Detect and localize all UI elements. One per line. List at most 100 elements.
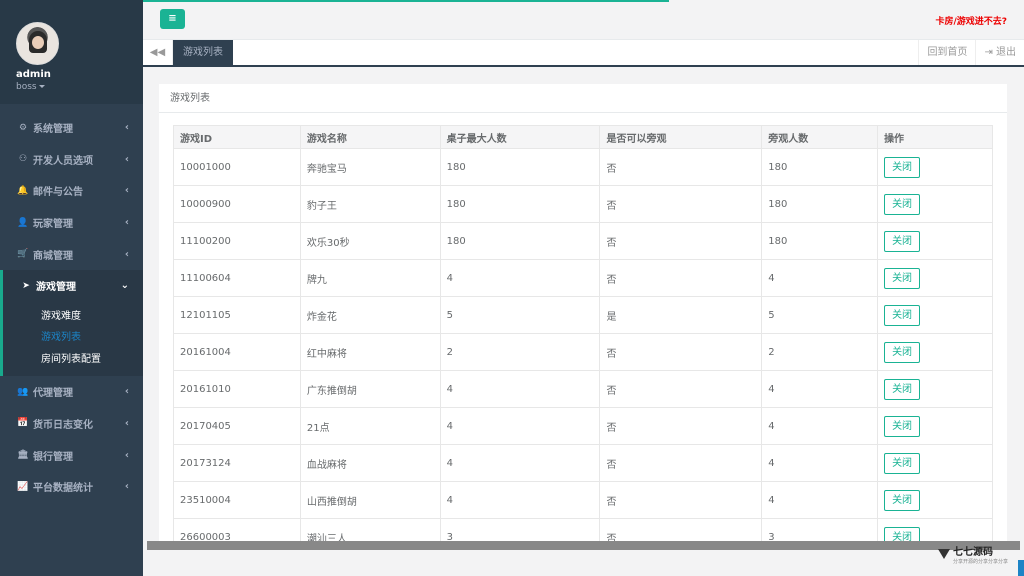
sidebar-item-games[interactable]: ➤ 游戏管理 ⌄ xyxy=(0,269,143,302)
table-cell: 4 xyxy=(439,259,601,297)
submenu-item-difficulty[interactable]: 游戏难度 xyxy=(3,304,143,326)
close-game-button[interactable]: 关闭 xyxy=(884,452,921,474)
horizontal-scrollbar[interactable] xyxy=(147,541,1020,550)
rocket-icon: ➤ xyxy=(22,280,30,291)
table-cell: 180 xyxy=(439,222,601,260)
close-game-button[interactable]: 关闭 xyxy=(884,304,921,326)
tab-scroll-left-button[interactable]: ◀◀ xyxy=(143,40,173,65)
table-row: 20173124 血战麻将 4 否 4 关闭 xyxy=(173,444,993,482)
close-game-button[interactable]: 关闭 xyxy=(884,230,921,252)
table-body: 10001000 奔驰宝马 180 否 180 关闭 10000900 豹子王 180 否 180 关… xyxy=(173,148,993,547)
table-cell-action: 关闭 xyxy=(877,333,993,371)
table-cell: 2 xyxy=(439,333,601,371)
chevron-left-icon: ‹ xyxy=(124,449,129,461)
table-cell: 10000900 xyxy=(173,185,301,223)
close-game-button[interactable]: 关闭 xyxy=(884,193,921,215)
tab-actions: 回到首页 ⇥ 退出 xyxy=(918,40,1024,65)
table-row: 11100200 欢乐30秒 180 否 180 关闭 xyxy=(173,222,993,260)
chevron-left-icon: ‹ xyxy=(124,217,129,229)
table-cell: 牌九 xyxy=(299,259,441,297)
logout-label: 退出 xyxy=(996,47,1016,58)
close-game-button[interactable]: 关闭 xyxy=(884,341,921,363)
top-navbar: ≡ 卡房/游戏进不去? xyxy=(143,0,1024,40)
table-cell: 否 xyxy=(599,222,763,260)
table-cell: 4 xyxy=(439,407,601,445)
stuck-room-link[interactable]: 卡房/游戏进不去? xyxy=(935,14,1007,27)
chevron-left-icon: ‹ xyxy=(124,122,129,134)
table-cell: 21点 xyxy=(299,407,441,445)
logo-icon xyxy=(937,549,950,559)
table-cell: 180 xyxy=(761,185,879,223)
sidebar-item-mail[interactable]: 🔔 邮件与公告 ‹ xyxy=(0,175,143,207)
table-cell: 20161010 xyxy=(173,370,301,408)
avatar[interactable] xyxy=(16,22,59,65)
calendar-icon: 📅 xyxy=(17,418,29,429)
table-cell: 20170405 xyxy=(173,407,301,445)
sidebar-item-label: 开发人员选项 xyxy=(33,155,93,167)
table-cell: 4 xyxy=(761,407,879,445)
gears-icon: ⚙ xyxy=(18,122,28,133)
sidebar-item-stats[interactable]: 📈 平台数据统计 ‹ xyxy=(0,471,143,503)
corner-accent xyxy=(1018,560,1024,576)
table-cell: 4 xyxy=(761,259,879,297)
sidebar-item-system[interactable]: ⚙ 系统管理 ‹ xyxy=(0,112,143,144)
submenu-item-game-list[interactable]: 游戏列表 xyxy=(3,325,143,347)
watermark-logo: 七七源码 分享开源的分享分享分享 xyxy=(937,543,1008,565)
close-game-button[interactable]: 关闭 xyxy=(884,378,921,400)
table-cell: 20173124 xyxy=(173,444,301,482)
user-profile: admin boss xyxy=(0,0,143,104)
sidebar-item-developer[interactable]: ⚇ 开发人员选项 ‹ xyxy=(0,144,143,176)
user-role-dropdown[interactable]: boss xyxy=(16,82,143,92)
sidebar-item-agents[interactable]: 👥 代理管理 ‹ xyxy=(0,376,143,408)
column-header: 桌子最大人数 xyxy=(439,125,601,149)
close-game-button[interactable]: 关闭 xyxy=(884,489,921,511)
table-cell: 2 xyxy=(761,333,879,371)
close-game-button[interactable]: 关闭 xyxy=(884,415,921,437)
table-cell: 4 xyxy=(439,481,601,519)
table-cell: 12101105 xyxy=(173,296,301,334)
table-row: 20170405 21点 4 否 4 关闭 xyxy=(173,407,993,445)
main-content: 游戏列表 游戏ID 游戏名称 桌子最大人数 是否可以旁观 旁观人数 操作 10001000… xyxy=(147,67,1020,547)
chevron-left-icon: ‹ xyxy=(124,185,129,197)
sidebar-item-label: 系统管理 xyxy=(33,124,73,136)
table-cell: 10001000 xyxy=(173,148,301,186)
table-cell: 否 xyxy=(599,148,763,186)
table-cell: 180 xyxy=(761,222,879,260)
menu-toggle-button[interactable]: ≡ xyxy=(160,9,185,29)
sidebar-item-label: 平台数据统计 xyxy=(33,483,93,495)
sidebar-item-bank[interactable]: 🏛 银行管理 ‹ xyxy=(0,439,143,471)
table-cell: 4 xyxy=(761,370,879,408)
column-header: 旁观人数 xyxy=(761,125,879,149)
table-cell-action: 关闭 xyxy=(877,222,993,260)
table-cell: 否 xyxy=(599,259,763,297)
user-icon: 👤 xyxy=(17,217,29,228)
logout-button[interactable]: ⇥ 退出 xyxy=(975,40,1024,65)
home-tab-button[interactable]: 回到首页 xyxy=(918,40,975,65)
table-row: 10001000 奔驰宝马 180 否 180 关闭 xyxy=(173,148,993,186)
table-cell-action: 关闭 xyxy=(877,481,993,519)
sidebar-item-currency-log[interactable]: 📅 货币日志变化 ‹ xyxy=(0,408,143,440)
sidebar-item-players[interactable]: 👤 玩家管理 ‹ xyxy=(0,207,143,239)
close-game-button[interactable]: 关闭 xyxy=(884,267,921,289)
table-cell: 5 xyxy=(439,296,601,334)
tab-bar: ◀◀ 游戏列表 回到首页 ⇥ 退出 xyxy=(143,40,1024,67)
sidebar-item-label: 银行管理 xyxy=(33,451,73,463)
submenu-item-room-config[interactable]: 房间列表配置 xyxy=(3,347,143,369)
table-cell: 20161004 xyxy=(173,333,301,371)
caret-down-icon xyxy=(38,85,45,88)
sidebar-item-shop[interactable]: 🛒 商城管理 ‹ xyxy=(0,238,143,270)
sidebar-item-label: 货币日志变化 xyxy=(33,419,93,431)
table-cell: 豹子王 xyxy=(299,185,441,223)
table-cell: 炸金花 xyxy=(299,296,441,334)
table-cell: 否 xyxy=(599,481,763,519)
gamepad-icon: ⚇ xyxy=(18,154,28,165)
table-cell: 11100200 xyxy=(173,222,301,260)
table-row: 20161010 广东推倒胡 4 否 4 关闭 xyxy=(173,370,993,408)
close-game-button[interactable]: 关闭 xyxy=(884,156,921,178)
table-cell-action: 关闭 xyxy=(877,444,993,482)
sidebar-item-label: 邮件与公告 xyxy=(33,187,83,199)
logout-icon: ⇥ xyxy=(984,47,996,58)
tab-game-list[interactable]: 游戏列表 xyxy=(173,40,233,65)
table-row: 11100604 牌九 4 否 4 关闭 xyxy=(173,259,993,297)
game-list-panel: 游戏列表 游戏ID 游戏名称 桌子最大人数 是否可以旁观 旁观人数 操作 10001000… xyxy=(159,84,1007,547)
